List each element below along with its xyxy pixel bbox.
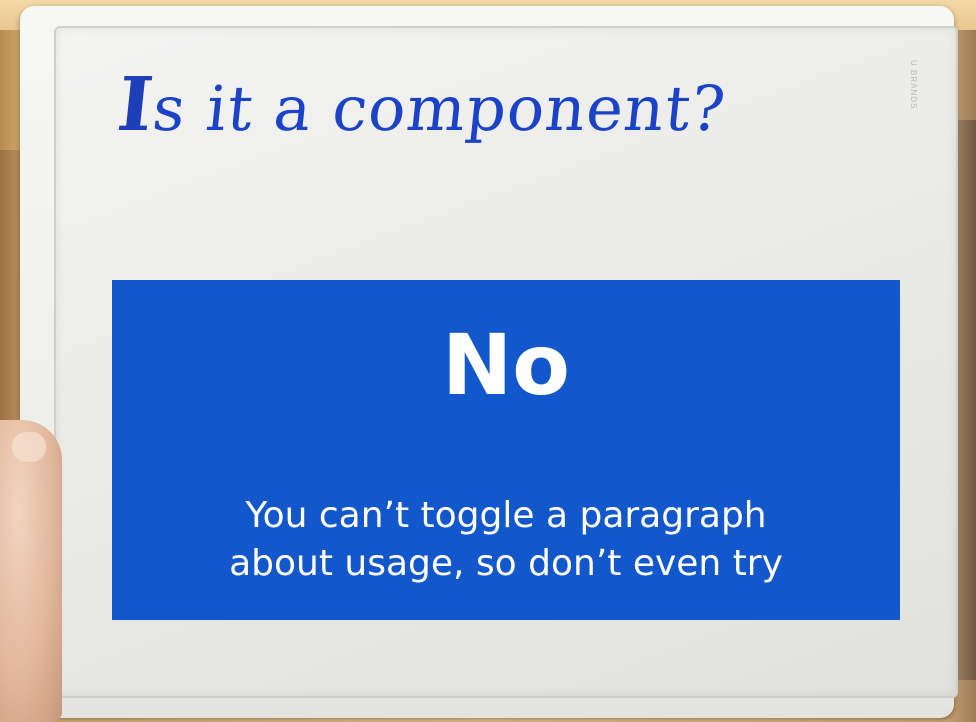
thumbnail [12,432,46,462]
photo-scene: U BRANDS Is it a component? No You can’t… [0,0,976,722]
answer-title: No [441,316,570,414]
board-brand-label: U BRANDS [909,60,918,110]
holding-hand [0,420,62,722]
answer-explanation: You can’t toggle a paragraph about usage… [112,492,900,588]
answer-callout: No You can’t toggle a paragraph about us… [112,280,900,620]
handwritten-question-rest: s it a component? [149,72,730,145]
answer-explanation-line-2: about usage, so don’t even try [229,543,783,584]
handwritten-question: Is it a component? [113,62,730,148]
answer-explanation-line-1: You can’t toggle a paragraph [245,495,767,536]
